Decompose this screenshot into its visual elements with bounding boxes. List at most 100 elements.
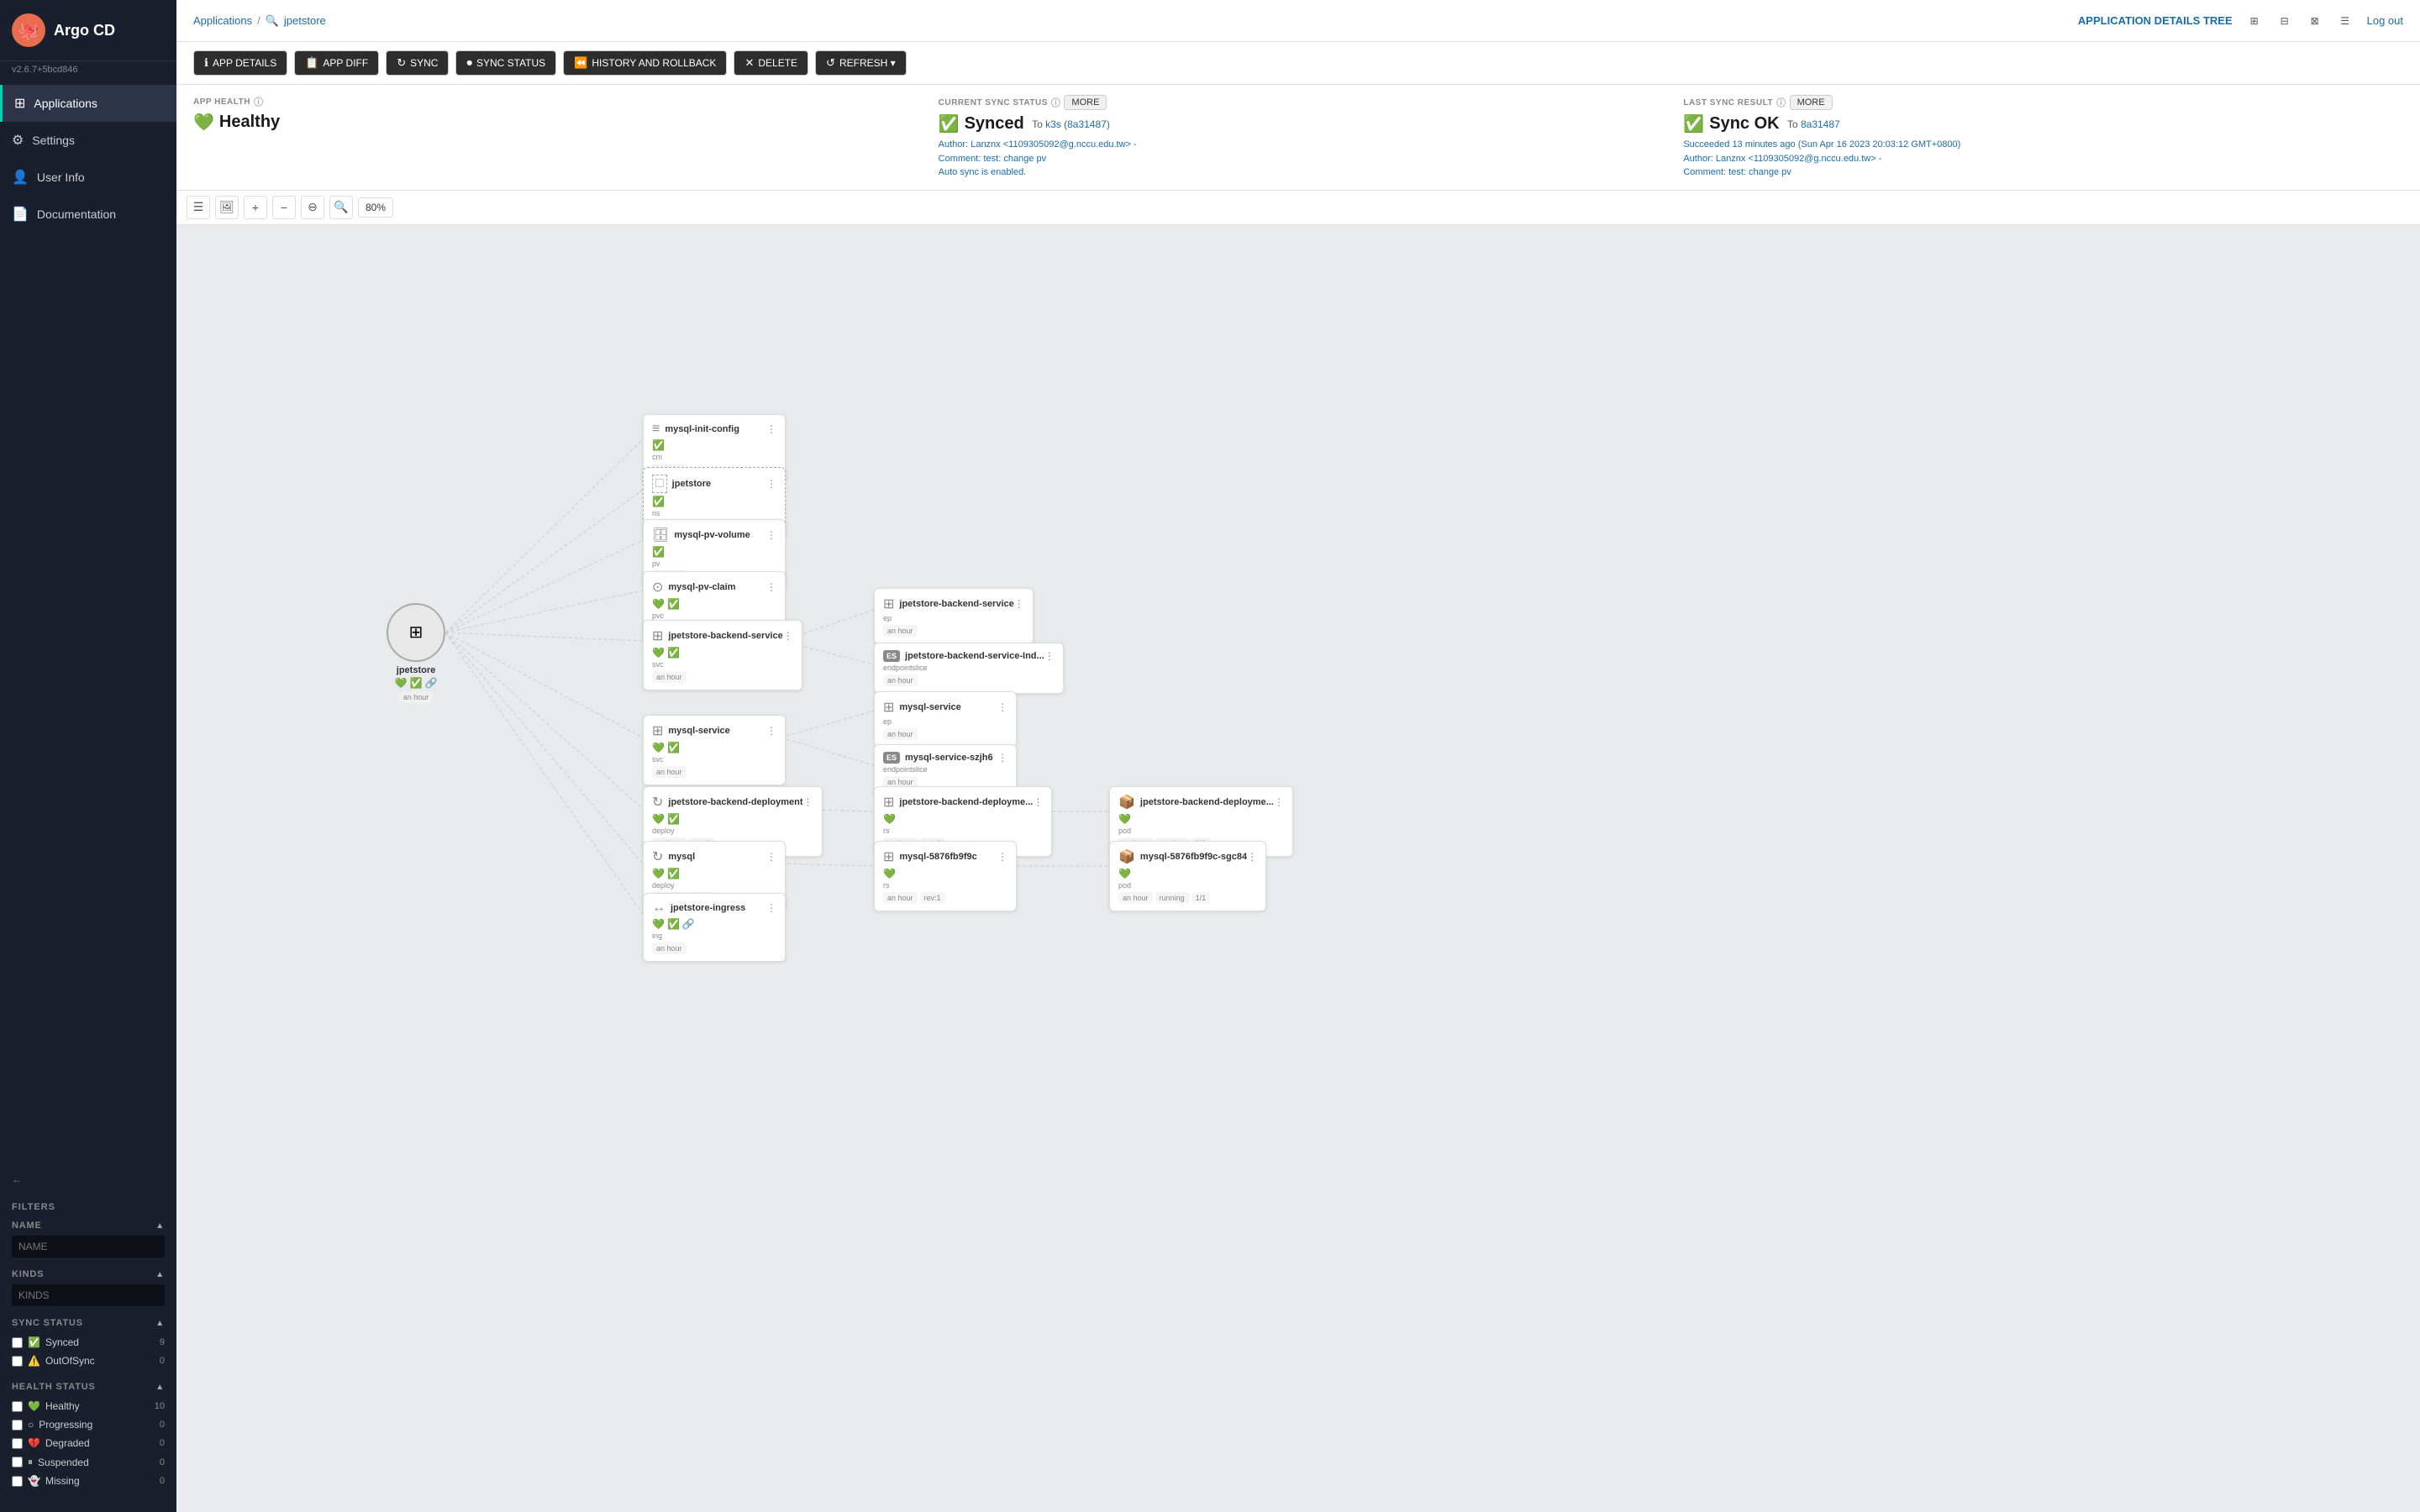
node-menu-icon[interactable]: ⋮	[766, 581, 776, 593]
synced-checkbox[interactable]	[12, 1337, 23, 1348]
missing-checkbox[interactable]	[12, 1476, 23, 1487]
svc-icon: ⊞	[652, 627, 663, 644]
logout-button[interactable]: Log out	[2367, 14, 2403, 27]
fit-button[interactable]: ⊖	[301, 196, 324, 219]
search-button[interactable]: 🔍	[329, 196, 353, 219]
node-menu-icon[interactable]: ⋮	[766, 725, 776, 737]
health-icon: 💚	[652, 868, 665, 879]
chevron-up-icon: ▲	[155, 1221, 165, 1231]
healthy-heart-icon: 💚	[193, 112, 214, 133]
mysql-init-config-label: mysql-init-config	[665, 424, 766, 434]
back-arrow-icon: ←	[12, 1173, 22, 1185]
sidebar-item-label: Applications	[34, 97, 97, 110]
node-menu-icon[interactable]: ⋮	[766, 902, 776, 914]
sidebar-item-label: Settings	[32, 134, 75, 147]
node-type-rs: rs	[883, 881, 1007, 890]
node-status-icons: 💚	[883, 868, 1007, 879]
kinds-filter: KINDS ▲	[12, 1269, 165, 1306]
network-icon[interactable]: ⊠	[2303, 9, 2327, 33]
breadcrumb-applications-link[interactable]: Applications	[193, 14, 252, 27]
jpetstore-backend-service-node[interactable]: ⊞ jpetstore-backend-service ⋮ 💚 ✅ svc an…	[643, 620, 802, 690]
sync-ref-link[interactable]: k3s (8a31487)	[1045, 118, 1110, 130]
health-icon: 💚	[1118, 813, 1131, 825]
back-button[interactable]: ←	[0, 1167, 176, 1192]
main-content: Applications / 🔍 jpetstore APPLICATION D…	[176, 0, 2420, 1512]
kinds-filter-label: KINDS ▲	[12, 1269, 165, 1279]
node-menu-icon[interactable]: ⋮	[803, 796, 813, 808]
outofsync-checkbox[interactable]	[12, 1356, 23, 1367]
degraded-checkbox[interactable]	[12, 1438, 23, 1449]
node-menu-icon[interactable]: ⋮	[997, 752, 1007, 764]
zoom-level-display: 80%	[358, 197, 393, 218]
node-menu-icon[interactable]: ⋮	[1044, 650, 1055, 662]
image-view-button[interactable]: 🖼	[215, 196, 239, 219]
app-diff-button[interactable]: 📋 APP DIFF	[294, 50, 379, 76]
node-menu-icon[interactable]: ⋮	[766, 478, 776, 490]
sync-icon: ✅	[667, 918, 680, 930]
grid-icon[interactable]: ⊟	[2273, 9, 2296, 33]
history-rollback-button[interactable]: ⏪ HISTORY AND ROLLBACK	[563, 50, 727, 76]
degraded-count: 0	[160, 1438, 165, 1448]
node-type-svc: svc	[652, 755, 776, 764]
node-status-icons: 💚 ✅	[652, 868, 776, 879]
zoom-out-button[interactable]: −	[272, 196, 296, 219]
filter-missing-label: Missing	[45, 1475, 80, 1487]
sync-status-button[interactable]: ⏺ SYNC STATUS	[455, 50, 556, 76]
node-menu-icon[interactable]: ⋮	[783, 630, 793, 642]
node-menu-icon[interactable]: ⋮	[1274, 796, 1284, 808]
delete-icon: ✕	[744, 56, 754, 70]
heart-icon: 💚	[28, 1400, 40, 1412]
sidebar-item-applications[interactable]: ⊞ Applications	[0, 85, 176, 122]
list-view-button[interactable]: ☰	[187, 196, 210, 219]
mysql-service-ep-node[interactable]: ⊞ mysql-service ⋮ ep an hour	[874, 691, 1017, 748]
pod-icon: 📦	[1118, 848, 1135, 865]
jpetstore-backend-service-ep-node[interactable]: ⊞ jpetstore-backend-service ⋮ ep an hour	[874, 588, 1034, 644]
sync-icon: ✅	[667, 742, 680, 753]
node-menu-icon[interactable]: ⋮	[997, 701, 1007, 713]
healthy-checkbox[interactable]	[12, 1401, 23, 1412]
suspended-checkbox[interactable]	[12, 1457, 23, 1467]
info-icon: ℹ	[204, 56, 208, 70]
zoom-in-button[interactable]: +	[244, 196, 267, 219]
app-details-button[interactable]: ℹ APP DETAILS	[193, 50, 287, 76]
node-menu-icon[interactable]: ⋮	[766, 851, 776, 863]
list-icon[interactable]: ☰	[2333, 9, 2357, 33]
filter-synced: ✅ Synced 9	[12, 1333, 165, 1352]
node-menu-icon[interactable]: ⋮	[766, 529, 776, 541]
current-sync-details: Author: Lanznx <1109305092@g.nccu.edu.tw…	[939, 138, 1659, 180]
current-sync-more-button[interactable]: MORE	[1064, 95, 1107, 110]
root-app-node[interactable]: ⊞ jpetstore 💚 ✅ 🔗 an hour	[387, 603, 445, 703]
hierarchy-icon[interactable]: ⊞	[2243, 9, 2266, 33]
name-filter-input[interactable]	[12, 1236, 165, 1257]
node-menu-icon[interactable]: ⋮	[1033, 796, 1043, 808]
delete-button[interactable]: ✕ DELETE	[734, 50, 808, 76]
node-menu-icon[interactable]: ⋮	[997, 851, 1007, 863]
progressing-checkbox[interactable]	[12, 1420, 23, 1431]
sidebar-item-user-info[interactable]: 👤 User Info	[0, 159, 176, 196]
sync-button[interactable]: ↻ SYNC	[386, 50, 449, 76]
mysql-service-node[interactable]: ⊞ mysql-service ⋮ 💚 ✅ svc an hour	[643, 715, 786, 785]
sync-status-filter: SYNC STATUS ▲ ✅ Synced 9 ⚠️ OutOfSync 0	[12, 1318, 165, 1370]
sync-ok-icon: ✅	[1683, 113, 1704, 134]
node-type-deploy: deploy	[652, 881, 776, 890]
jpetstore-backend-service-ind-node[interactable]: ES jpetstore-backend-service-Ind... ⋮ en…	[874, 643, 1064, 694]
sidebar-item-settings[interactable]: ⚙ Settings	[0, 122, 176, 159]
jpetstore-ingress-node[interactable]: ↔ jpetstore-ingress ⋮ 💚 ✅ 🔗 ing an hour	[643, 893, 786, 962]
refresh-button[interactable]: ↺ REFRESH ▾	[815, 50, 907, 76]
node-type-ns: ns	[652, 509, 776, 517]
last-sync-more-button[interactable]: MORE	[1790, 95, 1833, 110]
node-menu-icon[interactable]: ⋮	[766, 423, 776, 435]
mysql-rs-node[interactable]: ⊞ mysql-5876fb9f9c ⋮ 💚 rs an hour rev:1	[874, 841, 1017, 911]
node-menu-icon[interactable]: ⋮	[1247, 851, 1257, 863]
kinds-filter-input[interactable]	[12, 1284, 165, 1306]
mysql-service-label: mysql-service	[668, 726, 766, 736]
sync-check-icon: ✅	[939, 113, 960, 134]
last-sync-ref-link[interactable]: 8a31487	[1801, 118, 1840, 130]
suspended-count: 0	[160, 1457, 165, 1467]
node-menu-icon[interactable]: ⋮	[1014, 598, 1024, 610]
sidebar-item-documentation[interactable]: 📄 Documentation	[0, 196, 176, 233]
node-time: an hour	[883, 675, 918, 686]
diff-icon: 📋	[305, 56, 318, 70]
cm-icon: ≡	[652, 422, 660, 437]
mysql-pod-node[interactable]: 📦 mysql-5876fb9f9c-sgc84 ⋮ 💚 pod an hour…	[1109, 841, 1266, 911]
